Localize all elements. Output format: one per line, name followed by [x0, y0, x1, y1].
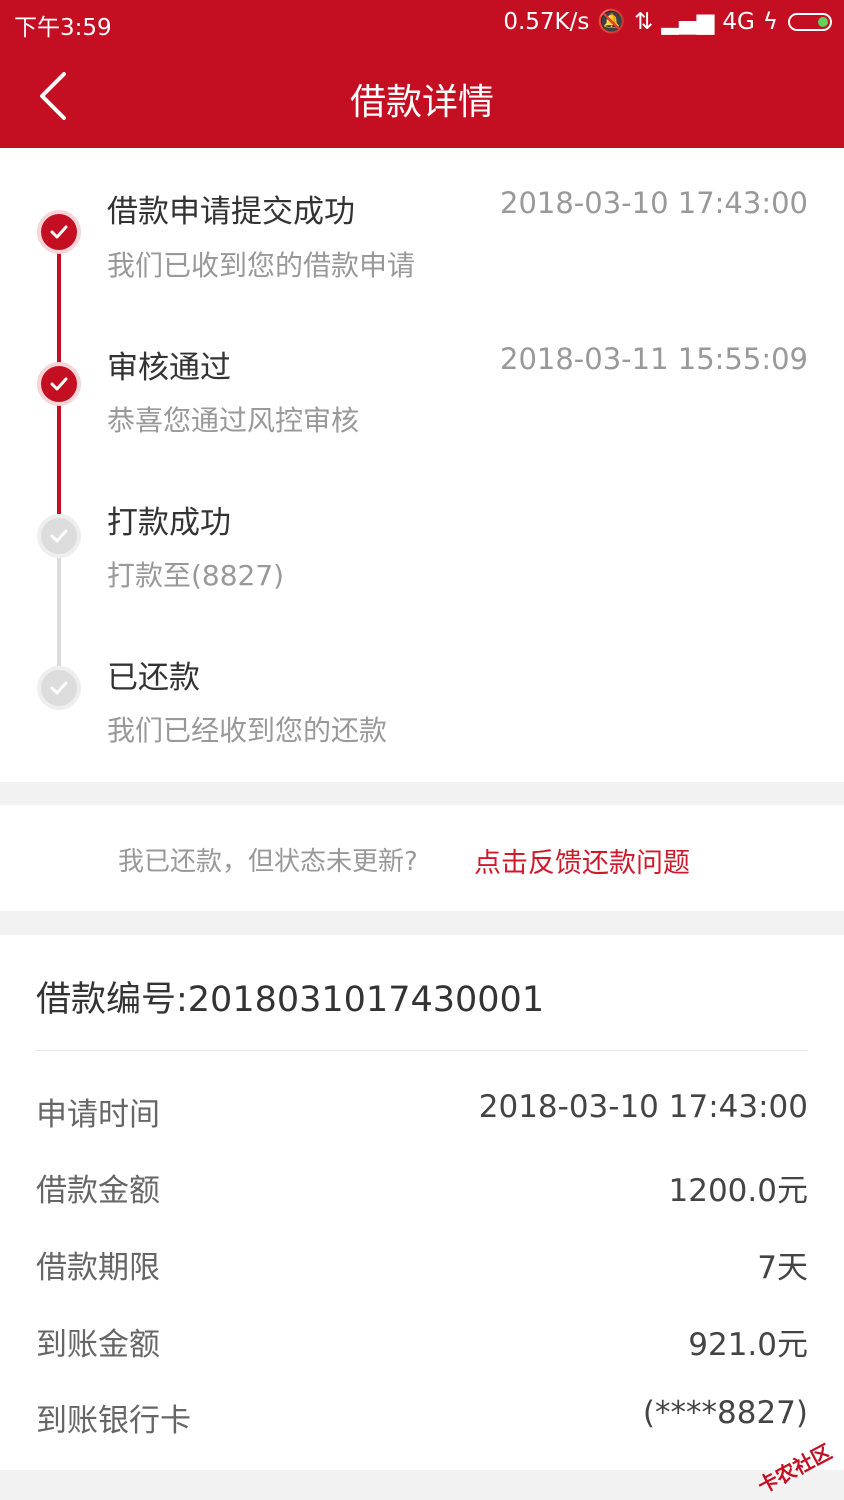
feedback-question: 我已还款，但状态未更新? — [118, 847, 418, 877]
detail-label: 借款金额 — [36, 1173, 160, 1209]
step-desc: 打款至(8827) — [107, 559, 285, 592]
step-desc: 我们已收到您的借款申请 — [107, 249, 416, 282]
detail-value: 7天 — [757, 1250, 808, 1286]
detail-label: 到账银行卡 — [36, 1403, 191, 1439]
detail-value: 921.0元 — [688, 1327, 808, 1363]
progress-timeline: 借款申请提交成功 2018-03-10 17:43:00 我们已收到您的借款申请… — [0, 148, 844, 782]
step-desc: 恭喜您通过风控审核 — [107, 404, 360, 437]
detail-row: 借款期限 7天 — [36, 1242, 808, 1292]
status-bar: 下午3:59 0.57K/s 🔕 ⇅ ▂▄▆ 4G ϟ — [0, 0, 844, 46]
check-icon — [37, 514, 81, 558]
detail-row: 到账银行卡 (****8827) — [36, 1395, 808, 1445]
check-icon — [37, 210, 81, 254]
step-time: 2018-03-10 17:43:00 — [500, 186, 808, 220]
battery-icon — [788, 12, 832, 31]
status-time: 下午3:59 — [14, 15, 112, 41]
check-icon — [37, 666, 81, 710]
detail-row: 申请时间 2018-03-10 17:43:00 — [36, 1089, 808, 1139]
detail-value: (****8827) — [642, 1395, 808, 1431]
feedback-link[interactable]: 点击反馈还款问题 — [474, 841, 690, 880]
detail-row: 借款金额 1200.0元 — [36, 1165, 808, 1215]
mute-icon: 🔕 — [597, 9, 626, 35]
nav-bar: 借款详情 — [0, 46, 844, 148]
step-title: 审核通过 — [107, 350, 231, 386]
detail-row: 到账金额 921.0元 — [36, 1319, 808, 1369]
divider — [36, 1050, 808, 1051]
page-title: 借款详情 — [349, 82, 494, 123]
detail-label: 借款期限 — [36, 1250, 160, 1286]
signal-icon: ▂▄▆ — [661, 8, 715, 35]
status-icons: 0.57K/s 🔕 ⇅ ▂▄▆ 4G ϟ — [503, 8, 832, 35]
step-title: 打款成功 — [107, 505, 231, 541]
check-icon — [37, 362, 81, 406]
data-transfer-icon: ⇅ — [633, 8, 654, 35]
charging-icon: ϟ — [762, 8, 778, 35]
net-speed: 0.57K/s — [503, 8, 590, 35]
detail-label: 申请时间 — [36, 1097, 160, 1133]
network-type: 4G — [722, 8, 755, 35]
loan-number: 借款编号:2018031017430001 — [36, 980, 545, 1020]
step-desc: 我们已经收到您的还款 — [107, 714, 388, 747]
detail-label: 到账金额 — [36, 1327, 160, 1363]
detail-value: 1200.0元 — [668, 1173, 808, 1209]
step-title: 已还款 — [107, 660, 200, 696]
loan-details: 借款编号:2018031017430001 申请时间 2018-03-10 17… — [0, 935, 844, 1470]
step-time: 2018-03-11 15:55:09 — [500, 342, 808, 376]
feedback-section: 我已还款，但状态未更新? 点击反馈还款问题 — [0, 805, 844, 911]
step-title: 借款申请提交成功 — [107, 194, 355, 230]
detail-value: 2018-03-10 17:43:00 — [478, 1089, 808, 1125]
